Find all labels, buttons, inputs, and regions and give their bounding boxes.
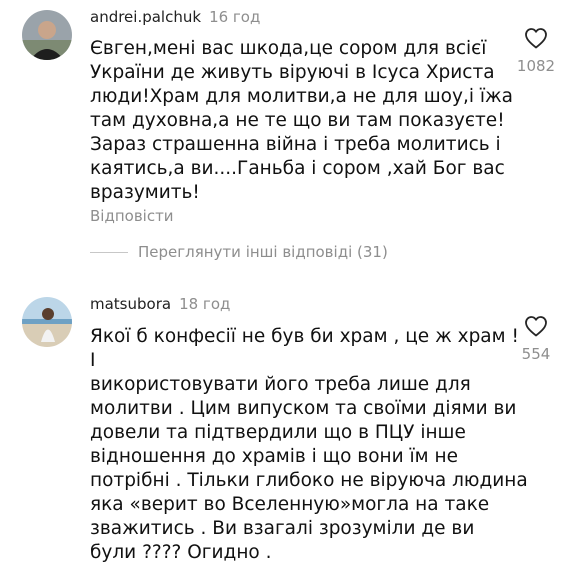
view-more-replies[interactable]: Переглянути інші відповіді (31) — [90, 243, 388, 261]
like-area: 1082 — [506, 27, 566, 75]
heart-outline-icon[interactable] — [506, 315, 566, 337]
comment-2: matsubora 18 год Якої б конфесії не був б… — [0, 280, 571, 563]
reply-button[interactable]: Відповісти — [90, 207, 174, 225]
like-count: 1082 — [516, 57, 556, 75]
timestamp: 18 год — [179, 295, 231, 313]
like-count: 554 — [521, 345, 551, 363]
like-area: 554 — [506, 315, 566, 363]
timestamp: 16 год — [209, 8, 261, 26]
avatar[interactable] — [22, 10, 72, 60]
username[interactable]: andrei.palchuk — [90, 8, 201, 26]
username[interactable]: matsubora — [90, 295, 171, 313]
divider-line — [90, 251, 128, 253]
comment-1: andrei.palchuk 16 год Євген,мені вас шкод… — [0, 0, 571, 240]
avatar[interactable] — [22, 297, 72, 347]
comment-meta: andrei.palchuk 16 год — [90, 8, 260, 26]
heart-outline-icon[interactable] — [506, 27, 566, 49]
comment-text: Євген,мені вас шкода,це сором для всієї … — [90, 38, 513, 203]
comment-meta: matsubora 18 год — [90, 295, 230, 313]
comment-text: Якої б конфесії не був би храм , це ж хр… — [90, 326, 528, 563]
view-replies-label: Переглянути інші відповіді (31) — [138, 243, 388, 261]
